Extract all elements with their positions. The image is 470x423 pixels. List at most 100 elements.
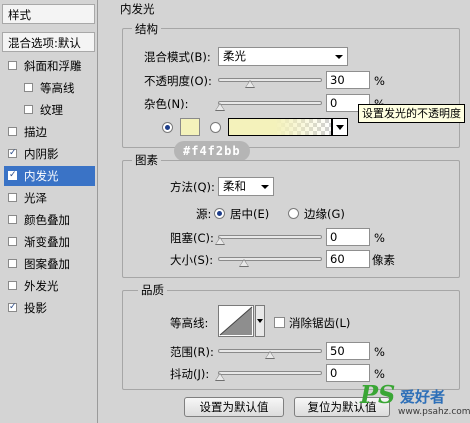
style-item-label: 纹理 <box>40 103 63 117</box>
size-slider-track[interactable] <box>218 257 322 261</box>
style-checkbox[interactable] <box>8 281 17 290</box>
source-label: 源: <box>196 207 212 221</box>
source-edge-label[interactable]: 边缘(G) <box>304 207 345 221</box>
chevron-down-icon <box>335 55 343 59</box>
style-item[interactable]: ✓ 内阴影 <box>4 144 95 164</box>
blend-mode-value: 柔光 <box>223 49 246 63</box>
range-label: 范围(R): <box>170 345 214 359</box>
style-item[interactable]: 斜面和浮雕 <box>4 56 95 76</box>
style-item-label: 外发光 <box>24 279 59 293</box>
style-item[interactable]: 等高线 <box>4 78 95 98</box>
style-item[interactable]: 光泽 <box>4 188 95 208</box>
opacity-tooltip: 设置发光的不透明度 <box>358 104 465 123</box>
jitter-unit: % <box>374 367 385 381</box>
blend-mode-select[interactable]: 柔光 <box>218 47 348 66</box>
size-label: 大小(S): <box>170 253 214 267</box>
antialias-label[interactable]: 消除锯齿(L) <box>289 316 350 330</box>
ps-logo: PS <box>360 380 396 409</box>
style-checkbox[interactable] <box>8 127 17 136</box>
style-item-label: 颜色叠加 <box>24 213 70 227</box>
opacity-slider-track[interactable] <box>218 78 322 82</box>
noise-slider-track[interactable] <box>218 101 322 105</box>
size-unit: 像素 <box>372 253 395 267</box>
contour-preview-icon <box>219 306 253 336</box>
set-default-button[interactable]: 设置为默认值 <box>184 397 284 417</box>
style-item[interactable]: ✓ 投影 <box>4 298 95 318</box>
blend-mode-label: 混合模式(B): <box>144 50 211 64</box>
style-checkbox[interactable] <box>24 105 33 114</box>
blend-options-item[interactable]: 混合选项:默认 <box>2 32 95 52</box>
size-slider-thumb[interactable] <box>239 259 249 267</box>
style-item[interactable]: 描边 <box>4 122 95 142</box>
glow-color-swatch[interactable] <box>180 118 200 136</box>
jitter-slider-thumb[interactable] <box>215 373 225 381</box>
style-item-label: 内阴影 <box>24 147 59 161</box>
range-slider-thumb[interactable] <box>265 351 275 359</box>
gradient-radio[interactable] <box>210 122 221 133</box>
quality-title: 品质 <box>138 283 167 297</box>
structure-title: 结构 <box>132 22 161 36</box>
style-item-label: 斜面和浮雕 <box>24 59 82 73</box>
style-checkbox[interactable] <box>8 237 17 246</box>
antialias-checkbox[interactable] <box>274 317 285 328</box>
style-checkbox[interactable] <box>8 61 17 70</box>
style-item-label: 图案叠加 <box>24 257 70 271</box>
style-checkbox[interactable] <box>8 215 17 224</box>
style-checkbox[interactable]: ✓ <box>8 149 17 158</box>
style-item-label: 光泽 <box>24 191 47 205</box>
jitter-slider-track[interactable] <box>218 371 322 375</box>
opacity-input[interactable]: 30 <box>326 71 370 89</box>
source-center-radio[interactable] <box>214 208 225 219</box>
chevron-down-icon <box>261 185 269 189</box>
noise-label: 杂色(N): <box>144 97 189 111</box>
style-item[interactable]: ✓ 内发光 <box>4 166 95 186</box>
source-center-label[interactable]: 居中(E) <box>230 207 269 221</box>
styles-header[interactable]: 样式 <box>2 4 95 24</box>
style-item-label: 渐变叠加 <box>24 235 70 249</box>
source-edge-radio[interactable] <box>288 208 299 219</box>
logo-chinese-text: 爱好者 <box>400 388 446 406</box>
method-label: 方法(Q): <box>170 180 215 194</box>
noise-slider-thumb[interactable] <box>215 103 225 111</box>
method-select[interactable]: 柔和 <box>218 177 274 196</box>
choke-label: 阻塞(C): <box>170 231 214 245</box>
style-item[interactable]: 图案叠加 <box>4 254 95 274</box>
solid-color-radio[interactable] <box>162 122 173 133</box>
chevron-down-icon <box>336 125 344 130</box>
style-item-label: 等高线 <box>40 81 75 95</box>
style-item-label: 描边 <box>24 125 47 139</box>
style-checkbox[interactable] <box>8 259 17 268</box>
choke-slider-thumb[interactable] <box>215 237 225 245</box>
style-item[interactable]: 颜色叠加 <box>4 210 95 230</box>
opacity-label: 不透明度(O): <box>144 74 212 88</box>
contour-picker[interactable] <box>218 305 254 337</box>
contour-label: 等高线: <box>170 316 209 330</box>
choke-input[interactable]: 0 <box>326 228 370 246</box>
style-item[interactable]: 纹理 <box>4 100 95 120</box>
style-checkbox[interactable]: ✓ <box>8 171 17 180</box>
opacity-unit: % <box>374 74 385 88</box>
style-item[interactable]: 渐变叠加 <box>4 232 95 252</box>
range-input[interactable]: 50 <box>326 342 370 360</box>
panel-title: 内发光 <box>120 2 155 16</box>
range-unit: % <box>374 345 385 359</box>
gradient-preview[interactable] <box>228 118 332 136</box>
style-checkbox[interactable] <box>8 193 17 202</box>
opacity-slider-thumb[interactable] <box>245 80 255 88</box>
size-input[interactable]: 60 <box>326 250 370 268</box>
style-checkbox[interactable]: ✓ <box>8 303 17 312</box>
contour-dropdown-button[interactable] <box>255 305 265 337</box>
jitter-label: 抖动(J): <box>170 367 210 381</box>
styles-panel: 样式 混合选项:默认 斜面和浮雕等高线纹理描边 ✓ 内阴影 ✓ 内发光光泽颜色叠加渐变叠… <box>0 0 98 423</box>
color-hex-tag: #f4f2bb <box>174 141 250 161</box>
choke-slider-track[interactable] <box>218 235 322 239</box>
style-checkbox[interactable] <box>24 83 33 92</box>
style-item[interactable]: 外发光 <box>4 276 95 296</box>
choke-unit: % <box>374 231 385 245</box>
elements-title: 图素 <box>132 153 161 167</box>
chevron-down-icon <box>257 319 263 323</box>
gradient-dropdown-button[interactable] <box>332 118 348 136</box>
inner-glow-panel: 内发光 结构 混合模式(B): 柔光 不透明度(O): 30 % 杂色(N): … <box>98 0 470 423</box>
method-value: 柔和 <box>223 179 246 193</box>
style-item-label: 内发光 <box>24 169 59 183</box>
